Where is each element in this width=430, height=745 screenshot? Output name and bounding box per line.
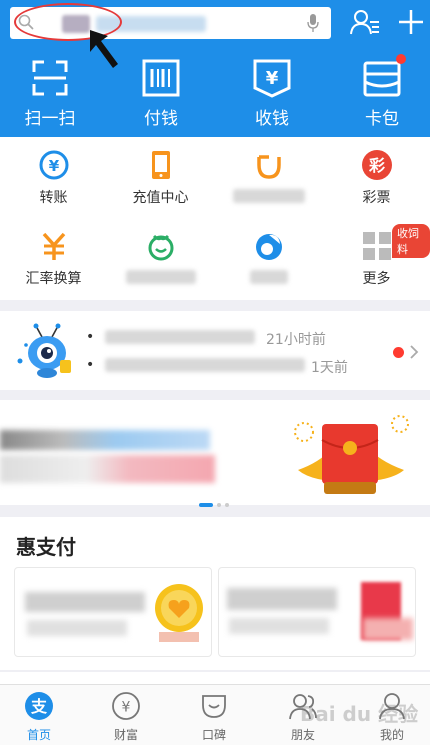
tab-wealth[interactable]: ¥ 财富 bbox=[96, 691, 156, 743]
scan-button[interactable]: 扫一扫 bbox=[5, 58, 95, 129]
svg-text:彩: 彩 bbox=[367, 156, 384, 175]
watermark: Bai du 经验 bbox=[300, 702, 419, 726]
ant-forest-icon bbox=[145, 230, 177, 262]
phone-recharge-icon bbox=[145, 149, 177, 181]
blurred-banner-text bbox=[0, 455, 215, 483]
home-zhi-icon: 支 bbox=[24, 691, 54, 721]
tab-label: 朋友 bbox=[290, 728, 315, 742]
huizhifu-section: 惠支付 bbox=[0, 517, 430, 670]
bullet: • bbox=[86, 329, 95, 345]
feed-badge: 收饲料 bbox=[392, 224, 430, 258]
grid-item-label: 充值中心 bbox=[132, 190, 189, 206]
microphone-icon[interactable] bbox=[307, 13, 319, 33]
exchange-rate-icon bbox=[38, 230, 70, 262]
grid-item-label: 汇率换算 bbox=[25, 271, 82, 287]
grid-item-exchange[interactable]: 汇率换算 bbox=[0, 230, 107, 288]
tab-label: 财富 bbox=[113, 728, 138, 742]
app-grid: ¥ 转账 充值中心 彩 彩票 汇率换算 更多 bbox=[0, 137, 430, 300]
chevron-right-icon[interactable] bbox=[409, 344, 419, 360]
grid-item-ant-forest[interactable] bbox=[107, 230, 214, 288]
grid-item-label: 更多 bbox=[362, 271, 391, 287]
bullet: • bbox=[86, 357, 95, 373]
lottery-icon: 彩 bbox=[361, 149, 393, 181]
more-grid-icon bbox=[361, 230, 393, 262]
card-wallet-icon bbox=[362, 54, 406, 98]
red-envelope-icon bbox=[294, 415, 409, 494]
plus-icon[interactable] bbox=[396, 8, 426, 36]
promo-banner[interactable] bbox=[0, 400, 430, 505]
wealth-icon: ¥ bbox=[111, 691, 141, 721]
annotation-arrow-icon bbox=[90, 30, 118, 68]
deal-card[interactable] bbox=[218, 567, 416, 657]
tab-home[interactable]: 支 首页 bbox=[9, 691, 69, 743]
koubei-icon bbox=[199, 691, 229, 721]
message-time: 21小时前 bbox=[266, 332, 326, 348]
receive-money-icon: ¥ bbox=[252, 58, 292, 98]
card-wallet-button[interactable]: 卡包 bbox=[337, 54, 427, 129]
deal-card[interactable] bbox=[14, 567, 212, 657]
receive-button[interactable]: ¥ 收钱 bbox=[227, 58, 317, 129]
pay-button[interactable]: 付钱 bbox=[116, 58, 206, 129]
message-time: 1天前 bbox=[311, 360, 348, 376]
message-panel[interactable]: • 21小时前 • 1天前 bbox=[0, 311, 430, 390]
grid-item-label bbox=[107, 270, 214, 288]
grid-item-label: 转账 bbox=[39, 190, 68, 206]
scan-label: 扫一扫 bbox=[24, 109, 76, 129]
grid-item-label: 彩票 bbox=[362, 190, 391, 206]
section-title: 惠支付 bbox=[16, 535, 76, 559]
tab-label: 我的 bbox=[379, 728, 404, 742]
blurred-banner-text bbox=[0, 430, 210, 450]
didi-icon bbox=[253, 149, 285, 181]
grid-item-label bbox=[215, 270, 322, 288]
grid-item-recharge[interactable]: 充值中心 bbox=[107, 149, 214, 207]
grid-item-label bbox=[215, 189, 322, 207]
message-item[interactable]: • bbox=[86, 357, 305, 377]
card-wallet-label: 卡包 bbox=[365, 109, 399, 129]
notification-dot bbox=[396, 54, 406, 64]
grid-item-didi[interactable] bbox=[215, 149, 322, 207]
coin-heart-icon bbox=[155, 584, 203, 642]
message-item[interactable]: • bbox=[86, 329, 255, 349]
tab-label: 首页 bbox=[26, 728, 51, 742]
transfer-icon: ¥ bbox=[38, 149, 70, 181]
grid-item-transfer[interactable]: ¥ 转账 bbox=[0, 149, 107, 207]
tab-koubei[interactable]: 口碑 bbox=[184, 691, 244, 743]
drop-icon bbox=[253, 230, 285, 262]
contacts-icon[interactable] bbox=[350, 8, 380, 36]
grid-item-lottery[interactable]: 彩 彩票 bbox=[323, 149, 430, 207]
pay-label: 付钱 bbox=[144, 109, 178, 129]
receive-label: 收钱 bbox=[255, 109, 289, 129]
scan-icon bbox=[30, 58, 70, 98]
ant-mascot-icon bbox=[17, 323, 71, 378]
svg-text:¥: ¥ bbox=[266, 68, 279, 89]
svg-text:¥: ¥ bbox=[48, 157, 59, 175]
tab-label: 口碑 bbox=[201, 728, 226, 742]
svg-text:支: 支 bbox=[30, 697, 48, 716]
svg-text:¥: ¥ bbox=[122, 700, 131, 716]
unread-dot bbox=[393, 347, 404, 358]
grid-item-drop[interactable] bbox=[215, 230, 322, 288]
banner-pager bbox=[199, 494, 233, 507]
barcode-pay-icon bbox=[141, 58, 181, 98]
